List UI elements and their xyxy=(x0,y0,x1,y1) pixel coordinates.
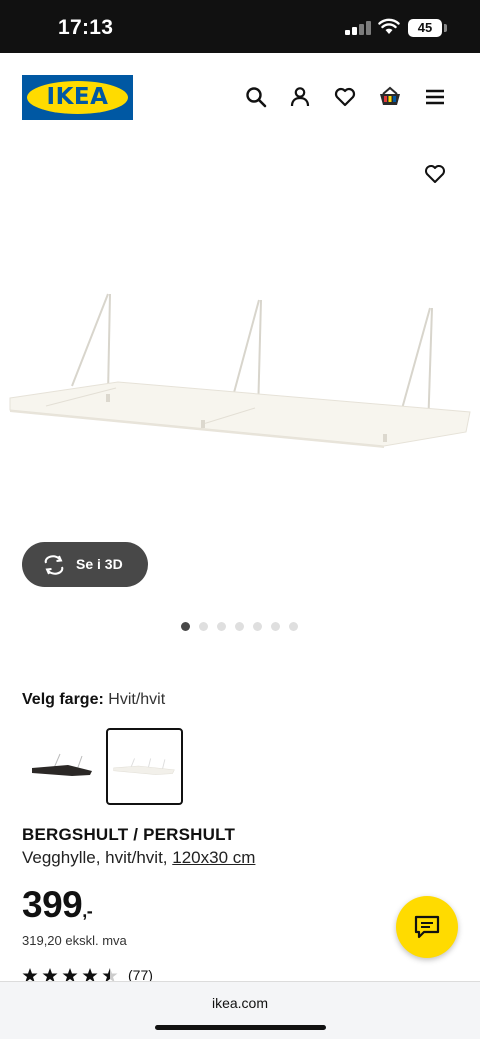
price: 399,- xyxy=(22,884,93,926)
favorite-heart-icon[interactable] xyxy=(423,162,447,186)
price-suffix: ,- xyxy=(82,901,93,921)
pagination-dot[interactable] xyxy=(235,622,244,631)
pagination-dot[interactable] xyxy=(289,622,298,631)
color-selection: Velg farge: Hvit/hvit xyxy=(22,691,165,709)
rotate-3d-icon xyxy=(44,555,64,575)
swatch-black-brown[interactable] xyxy=(22,728,99,805)
status-bar: 17:13 45 xyxy=(0,0,480,53)
product-name: BERGSHULT / PERSHULT xyxy=(22,825,236,844)
account-icon[interactable] xyxy=(288,85,312,109)
product-description: Vegghylle, hvit/hvit, 120x30 cm xyxy=(22,848,255,868)
ikea-logo[interactable]: IKEA xyxy=(22,75,133,120)
color-value: Hvit/hvit xyxy=(108,691,166,708)
url-field[interactable]: ikea.com xyxy=(0,995,480,1011)
site-header: IKEA xyxy=(0,53,480,148)
menu-icon[interactable] xyxy=(423,85,447,109)
pagination-dot[interactable] xyxy=(253,622,262,631)
search-icon[interactable] xyxy=(244,85,268,109)
price-excl-vat: 319,20 ekskl. mva xyxy=(22,933,127,948)
signal-icon xyxy=(345,21,371,35)
price-value: 399 xyxy=(22,884,83,925)
product-size-link[interactable]: 120x30 cm xyxy=(172,848,255,867)
chat-icon xyxy=(414,915,440,939)
logo-text: IKEA xyxy=(46,84,109,110)
pagination-dot[interactable] xyxy=(181,622,190,631)
status-time: 17:13 xyxy=(58,16,114,39)
pagination-dot[interactable] xyxy=(271,622,280,631)
battery-nub xyxy=(444,24,447,32)
view-in-3d-button[interactable]: Se i 3D xyxy=(22,542,148,587)
pagination-dot[interactable] xyxy=(199,622,208,631)
view-3d-label: Se i 3D xyxy=(76,556,123,572)
chat-button[interactable] xyxy=(396,896,458,958)
product-type: Vegghylle, hvit/hvit, xyxy=(22,848,168,867)
home-indicator[interactable] xyxy=(155,1025,326,1030)
battery-icon: 45 xyxy=(408,19,442,37)
swatch-white[interactable] xyxy=(106,728,183,805)
cart-icon[interactable] xyxy=(378,85,402,109)
color-label: Velg farge: xyxy=(22,691,104,708)
wishlist-icon[interactable] xyxy=(333,85,357,109)
pagination-dot[interactable] xyxy=(217,622,226,631)
browser-address-bar: ikea.com xyxy=(0,981,480,1039)
wifi-icon xyxy=(378,18,400,34)
